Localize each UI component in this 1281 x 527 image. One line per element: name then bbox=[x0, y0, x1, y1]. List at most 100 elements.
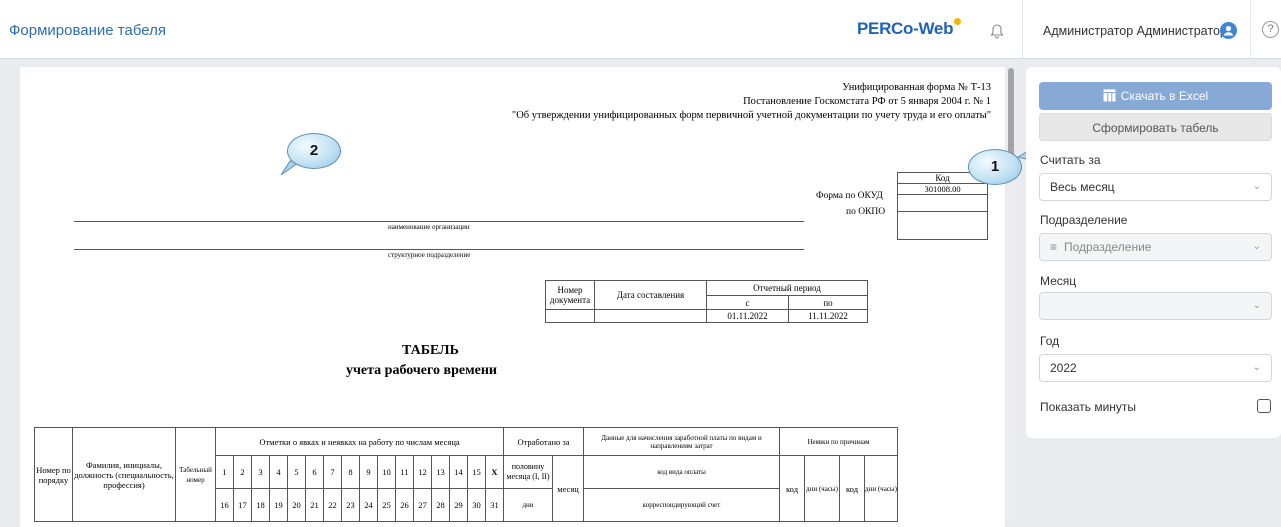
day-cell: 18 bbox=[251, 488, 270, 522]
day-cell: 21 bbox=[305, 488, 324, 522]
department-select[interactable]: ≡ Подразделение ⌄ bbox=[1039, 233, 1272, 261]
day-cell: 29 bbox=[449, 488, 468, 522]
day-cell: 12 bbox=[413, 455, 432, 489]
half-month-header: половину месяца (I, II) bbox=[503, 455, 553, 489]
document-title: ТАБЕЛЬ bbox=[402, 343, 459, 358]
timesheet-document: Унифицированная форма № Т-13 Постановлен… bbox=[20, 67, 1005, 527]
document-subtitle: учета рабочего времени bbox=[346, 363, 497, 378]
doc-date-value bbox=[594, 309, 707, 323]
form-header: Унифицированная форма № Т-13 Постановлен… bbox=[512, 81, 991, 123]
day-cell: 10 bbox=[377, 455, 396, 489]
chevron-down-icon: ⌄ bbox=[1252, 241, 1261, 252]
avatar[interactable] bbox=[1220, 22, 1237, 39]
chevron-down-icon: ⌄ bbox=[1252, 300, 1261, 311]
day-cell: 28 bbox=[431, 488, 450, 522]
day-cell: 2 bbox=[233, 455, 252, 489]
okud-label: Форма по ОКУД bbox=[816, 191, 883, 201]
help-icon[interactable]: ? bbox=[1262, 21, 1279, 38]
day-cell: 27 bbox=[413, 488, 432, 522]
timesheet-table: Номер по порядку Фамилия, инициалы, долж… bbox=[34, 427, 898, 522]
period-to-label: по bbox=[788, 295, 868, 310]
corr-account-header: корреспондирующий счет bbox=[583, 488, 780, 522]
department-placeholder: Подразделение bbox=[1064, 240, 1152, 254]
col-worked: Отработано за bbox=[503, 427, 584, 456]
day-cell: 14 bbox=[449, 455, 468, 489]
period-from-label: с bbox=[706, 295, 789, 310]
year-select[interactable]: 2022 ⌄ bbox=[1039, 354, 1272, 382]
day-cell: 20 bbox=[287, 488, 306, 522]
download-excel-label: Скачать в Excel bbox=[1120, 89, 1209, 103]
day-cell: 7 bbox=[323, 455, 342, 489]
day-cell: 22 bbox=[323, 488, 342, 522]
user-name[interactable]: Администратор Администратор bbox=[1043, 24, 1227, 38]
doc-number-header: Номер документа bbox=[545, 280, 595, 310]
form-line: Унифицированная форма № Т-13 bbox=[842, 82, 991, 93]
count-for-value: Весь месяц bbox=[1050, 180, 1115, 194]
chevron-down-icon: ⌄ bbox=[1252, 362, 1261, 373]
day-cell: 24 bbox=[359, 488, 378, 522]
codes-table: Код 301008.00 bbox=[897, 172, 988, 240]
chevron-down-icon: ⌄ bbox=[1252, 181, 1261, 192]
month-select[interactable]: ⌄ bbox=[1039, 292, 1272, 320]
count-for-select[interactable]: Весь месяц ⌄ bbox=[1039, 173, 1272, 201]
col-salary: Данные для начисления заработной платы п… bbox=[583, 427, 780, 456]
day-cell: 9 bbox=[359, 455, 378, 489]
settings-panel: Скачать в Excel Сформировать табель Счит… bbox=[1026, 67, 1281, 438]
user-icon bbox=[1223, 25, 1234, 36]
day-cell: 23 bbox=[341, 488, 360, 522]
day-cell: 11 bbox=[395, 455, 414, 489]
absence-days-header: дни (часы) bbox=[864, 455, 898, 522]
show-minutes-checkbox[interactable] bbox=[1257, 399, 1271, 413]
day-cell: 30 bbox=[467, 488, 486, 522]
day-cell: 25 bbox=[377, 488, 396, 522]
month-label: Месяц bbox=[1040, 274, 1077, 288]
show-minutes-label: Показать минуты bbox=[1040, 400, 1137, 414]
day-cell: 15 bbox=[467, 455, 486, 489]
col-absence: Неявки по причинам bbox=[779, 427, 898, 456]
day-cell: 16 bbox=[215, 488, 234, 522]
app-header: Формирование табеля PERCo-Web Администра… bbox=[0, 0, 1281, 59]
day-cell: 17 bbox=[233, 488, 252, 522]
period-header: Отчетный период bbox=[706, 280, 868, 296]
day-cell: 5 bbox=[287, 455, 306, 489]
col-marks: Отметки о явках и неявках на работу по ч… bbox=[215, 427, 504, 456]
table-icon bbox=[1103, 89, 1116, 102]
form-line: "Об утверждении унифицированных форм пер… bbox=[511, 110, 991, 121]
day-cell: 26 bbox=[395, 488, 414, 522]
day-cell: 6 bbox=[305, 455, 324, 489]
year-label: Год bbox=[1040, 334, 1060, 348]
period-from-date: 01.11.2022 bbox=[706, 309, 789, 323]
dept-line bbox=[74, 249, 804, 250]
year-value: 2022 bbox=[1050, 361, 1077, 375]
header-divider bbox=[1022, 0, 1023, 59]
okpo-label: по ОКПО bbox=[846, 207, 886, 217]
absence-code-header: код bbox=[839, 455, 865, 522]
page-title: Формирование табеля bbox=[9, 22, 166, 39]
header-divider bbox=[1250, 0, 1251, 59]
dept-caption: структурное подразделение bbox=[388, 251, 471, 259]
day-cell: 31 bbox=[485, 488, 504, 522]
col-employee: Фамилия, инициалы, должность (специально… bbox=[72, 427, 176, 522]
org-caption: наименование организации bbox=[388, 223, 470, 231]
day-cell: 19 bbox=[269, 488, 288, 522]
day-cell: X bbox=[485, 455, 504, 489]
list-icon: ≡ bbox=[1050, 240, 1058, 254]
org-line bbox=[74, 221, 804, 222]
download-excel-button[interactable]: Скачать в Excel bbox=[1039, 82, 1272, 110]
generate-timesheet-button[interactable]: Сформировать табель bbox=[1039, 113, 1272, 141]
callout-label: 1 bbox=[968, 149, 1022, 185]
absence-code-header: код bbox=[779, 455, 805, 522]
period-table: Номер документа Дата составления Отчетны… bbox=[545, 280, 868, 323]
form-line: Постановление Госкомстата РФ от 5 января… bbox=[743, 96, 991, 107]
day-cell: 3 bbox=[251, 455, 270, 489]
day-cell: 8 bbox=[341, 455, 360, 489]
okud-code: 301008.00 bbox=[897, 183, 988, 195]
bell-icon[interactable] bbox=[989, 23, 1005, 39]
count-for-label: Считать за bbox=[1040, 153, 1101, 167]
absence-days-header: дни (часы) bbox=[804, 455, 840, 522]
percoweb-logo: PERCo-Web bbox=[857, 18, 962, 39]
doc-number-value bbox=[545, 309, 595, 323]
month-header: месяц bbox=[552, 455, 584, 522]
period-to-date: 11.11.2022 bbox=[788, 309, 868, 323]
col-number: Номер по порядку bbox=[34, 427, 73, 522]
